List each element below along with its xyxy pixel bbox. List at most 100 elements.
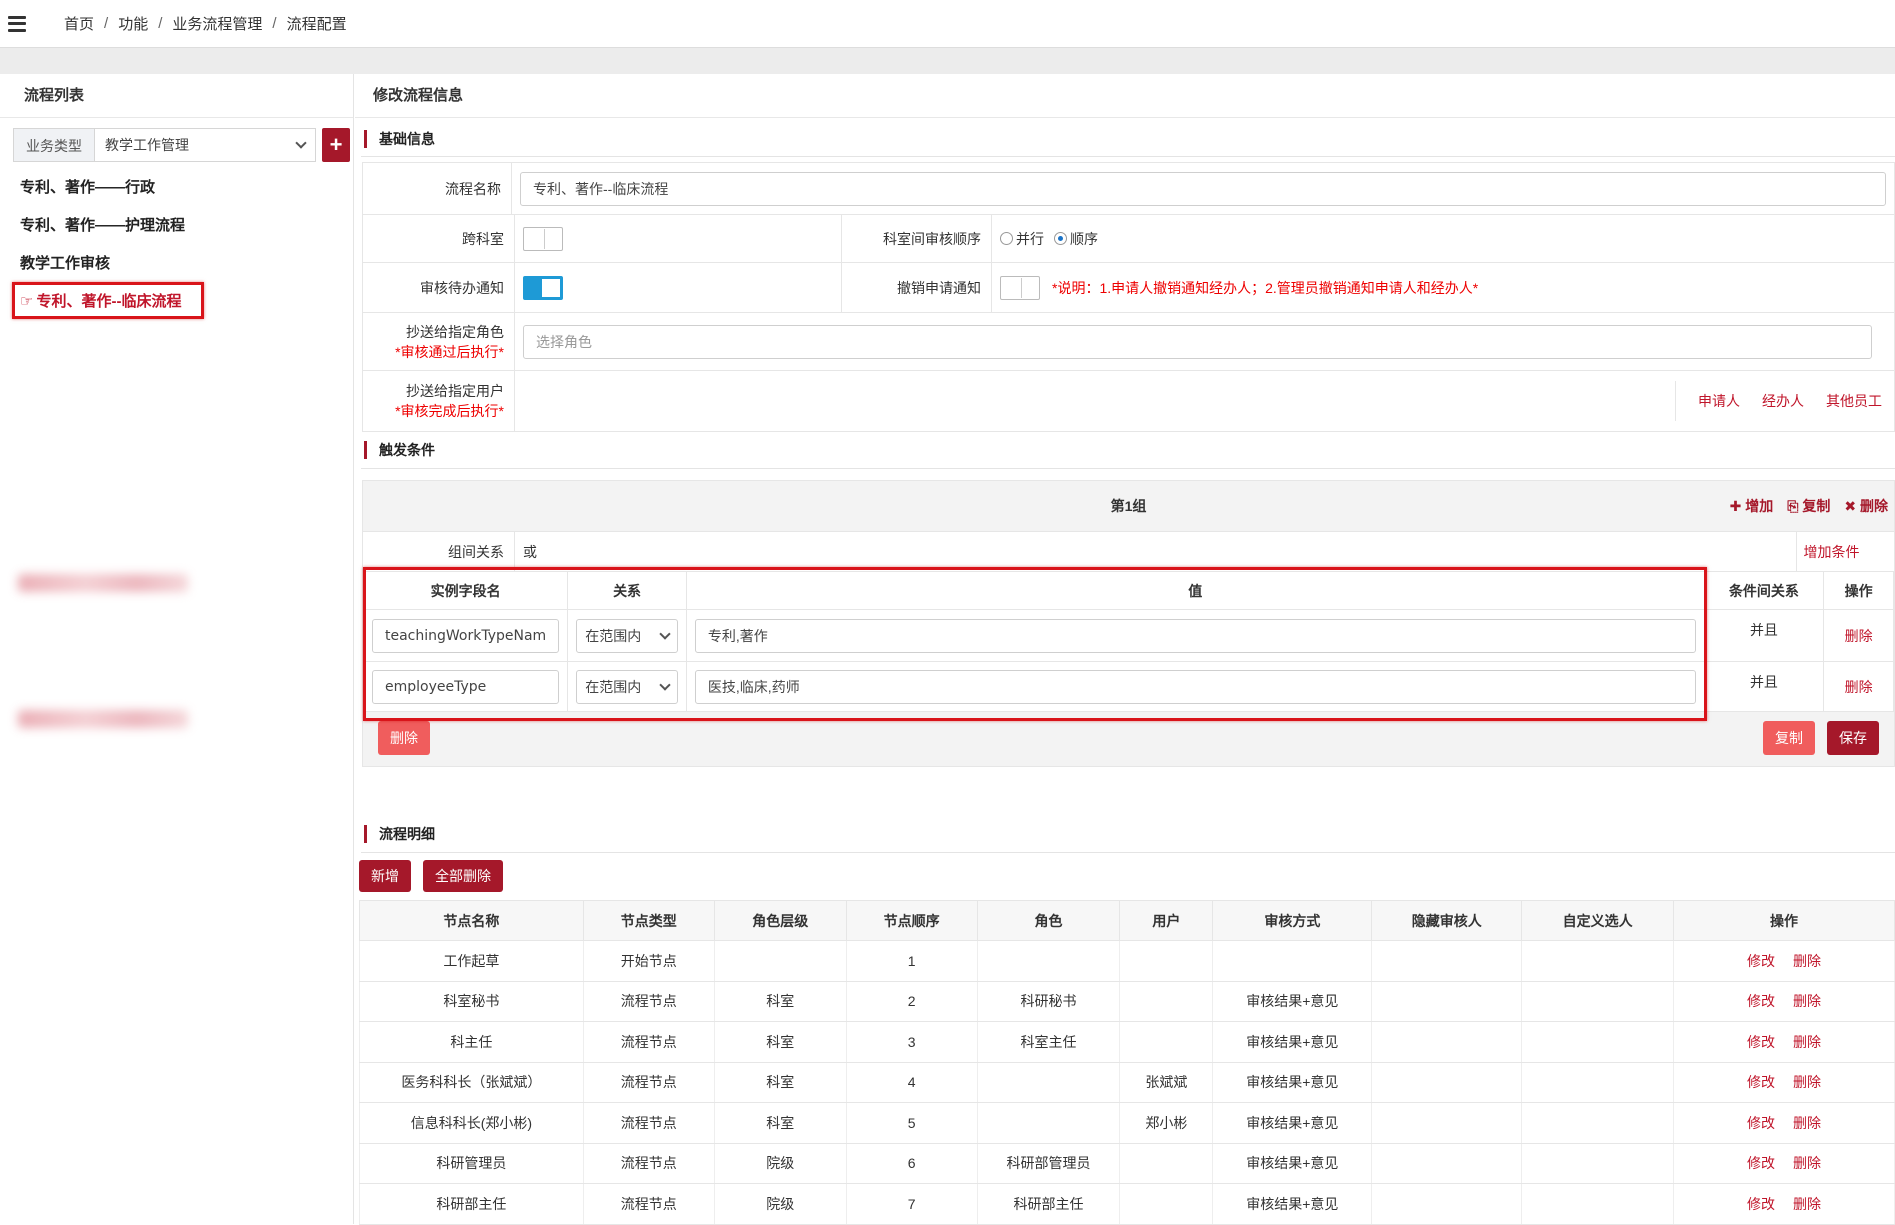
flow-name-input[interactable]: 专利、著作--临床流程 (520, 171, 1886, 206)
delete-node-link[interactable]: 删除 (1793, 1155, 1821, 1171)
cell-user (1119, 1183, 1214, 1225)
relation-select[interactable]: 在范围内 (576, 669, 678, 704)
edit-node-link[interactable]: 修改 (1747, 1074, 1775, 1090)
cell-custom (1521, 1143, 1675, 1184)
add-condition-link[interactable]: 增加条件 (1804, 542, 1860, 562)
top-bar: 首页 / 功能 / 业务流程管理 / 流程配置 (0, 0, 1895, 48)
business-type-label: 业务类型 (13, 128, 94, 162)
relation-select[interactable]: 在范围内 (576, 618, 678, 653)
field-name-input[interactable]: employeeType (372, 669, 560, 704)
value-input[interactable]: 医技,临床,药师 (694, 669, 1696, 704)
delete-node-link[interactable]: 删除 (1793, 1196, 1821, 1212)
breadcrumb-process-mgmt[interactable]: 业务流程管理 (172, 13, 262, 34)
cell-user: 郑小彬 (1119, 1102, 1214, 1144)
divider (361, 468, 1895, 469)
menu-icon[interactable] (8, 15, 26, 32)
field-name-input[interactable]: teachingWorkTypeNam (372, 618, 560, 653)
delete-node-link[interactable]: 删除 (1793, 1034, 1821, 1050)
order-parallel-radio[interactable]: 并行 (1000, 229, 1044, 249)
cell-level: 科室 (713, 1021, 847, 1063)
form-row-cc-role: 抄送给指定角色 *审核通过后执行* 选择角色 (363, 313, 1894, 371)
cell-type: 流程节点 (582, 1062, 715, 1103)
flow-item[interactable]: 专利、著作——行政 (20, 176, 155, 197)
group-copy-button[interactable]: ⎘ 复制 (1787, 496, 1830, 516)
delete-condition-link[interactable]: 删除 (1845, 628, 1873, 644)
group-add-button[interactable]: ✚ 增加 (1730, 496, 1774, 516)
cell-type: 流程节点 (582, 1021, 715, 1063)
delete-node-link[interactable]: 删除 (1793, 1074, 1821, 1090)
breadcrumb: 首页 / 功能 / 业务流程管理 / 流程配置 (64, 13, 347, 34)
cell-hidden (1371, 940, 1523, 982)
add-flow-button[interactable]: + (322, 128, 350, 162)
cell-order: 3 (845, 1021, 978, 1063)
cell-type: 开始节点 (582, 940, 715, 982)
cell-name: 科主任 (359, 1021, 584, 1063)
cc-user-note: *审核完成后执行* (395, 403, 504, 419)
cell-order: 2 (845, 981, 978, 1022)
delete-group-button[interactable]: 删除 (378, 721, 430, 755)
value-input[interactable]: 专利,著作 (694, 618, 1696, 653)
delete-node-link[interactable]: 删除 (1793, 993, 1821, 1009)
edit-node-link[interactable]: 修改 (1747, 1034, 1775, 1050)
cross-dept-toggle[interactable] (523, 226, 563, 251)
cc-other-staff-link[interactable]: 其他员工 (1826, 391, 1882, 411)
cell-level: 科室 (713, 1062, 847, 1103)
cell-custom (1521, 981, 1675, 1022)
cell-method: 审核结果+意见 (1212, 1143, 1373, 1184)
cell-user (1119, 981, 1214, 1022)
edit-node-link[interactable]: 修改 (1747, 953, 1775, 969)
cell-custom (1521, 1021, 1675, 1063)
flow-item[interactable]: 教学工作审核 (20, 252, 110, 273)
cell-operation: 修改 删除 (1673, 1143, 1895, 1184)
business-type-value: 教学工作管理 (105, 137, 189, 153)
breadcrumb-home[interactable]: 首页 (64, 13, 94, 34)
cell-method: 审核结果+意见 (1212, 1062, 1373, 1103)
save-button[interactable]: 保存 (1827, 721, 1879, 755)
spacer-bar (0, 48, 1895, 74)
cell-level: 院级 (713, 1183, 847, 1225)
cross-dept-label: 跨科室 (363, 215, 515, 262)
cell-level (713, 940, 847, 982)
cell-name: 医务科科长（张斌斌） (359, 1062, 584, 1103)
cell-order: 1 (845, 940, 978, 982)
business-type-filter: 业务类型 教学工作管理 + (13, 128, 350, 162)
cell-order: 7 (845, 1183, 978, 1225)
edit-node-link[interactable]: 修改 (1747, 1155, 1775, 1171)
cell-method: 审核结果+意见 (1212, 1021, 1373, 1063)
group-delete-button[interactable]: ✖ 删除 (1844, 496, 1888, 516)
cc-handler-link[interactable]: 经办人 (1762, 391, 1804, 411)
edit-node-link[interactable]: 修改 (1747, 993, 1775, 1009)
cancel-notify-toggle[interactable] (1000, 275, 1040, 300)
flow-item[interactable]: 专利、著作——护理流程 (20, 214, 185, 235)
breadcrumb-function[interactable]: 功能 (118, 13, 148, 34)
delete-node-link[interactable]: 删除 (1793, 1115, 1821, 1131)
delete-node-link[interactable]: 删除 (1793, 953, 1821, 969)
breadcrumb-separator: / (272, 15, 277, 32)
cell-type: 流程节点 (582, 1183, 715, 1225)
cell-role: 科研部管理员 (976, 1143, 1121, 1184)
order-sequential-radio[interactable]: 顺序 (1054, 229, 1098, 249)
col-user: 用户 (1119, 900, 1214, 941)
copy-button[interactable]: 复制 (1763, 721, 1815, 755)
cc-user-label: 抄送给指定用户 *审核完成后执行* (363, 371, 515, 431)
cc-role-label: 抄送给指定角色 *审核通过后执行* (363, 313, 515, 370)
new-node-button[interactable]: 新增 (359, 860, 411, 892)
edit-node-link[interactable]: 修改 (1747, 1196, 1775, 1212)
group-title: 第1组 (1110, 498, 1147, 514)
cc-role-select[interactable]: 选择角色 (523, 324, 1872, 359)
cell-level: 院级 (713, 1143, 847, 1184)
delete-condition-link[interactable]: 删除 (1845, 679, 1873, 695)
table-row: 科室秘书 流程节点 科室 2 科研秘书 审核结果+意见 修改 删除 (359, 981, 1895, 1022)
table-row: 科研管理员 流程节点 院级 6 科研部管理员 审核结果+意见 修改 删除 (359, 1143, 1895, 1184)
blurred-item (18, 710, 188, 728)
edit-node-link[interactable]: 修改 (1747, 1115, 1775, 1131)
cell-role: 科研秘书 (976, 981, 1121, 1022)
col-operation: 操作 (1673, 900, 1895, 941)
cc-applicant-link[interactable]: 申请人 (1698, 391, 1740, 411)
business-type-select[interactable]: 教学工作管理 (94, 128, 316, 162)
group-relation-row: 组间关系 或 增加条件 (363, 531, 1894, 571)
delete-all-button[interactable]: 全部删除 (423, 860, 503, 892)
col-custom-select: 自定义选人 (1521, 900, 1675, 941)
chevron-down-icon (659, 678, 671, 691)
todo-notify-toggle[interactable] (523, 275, 563, 300)
